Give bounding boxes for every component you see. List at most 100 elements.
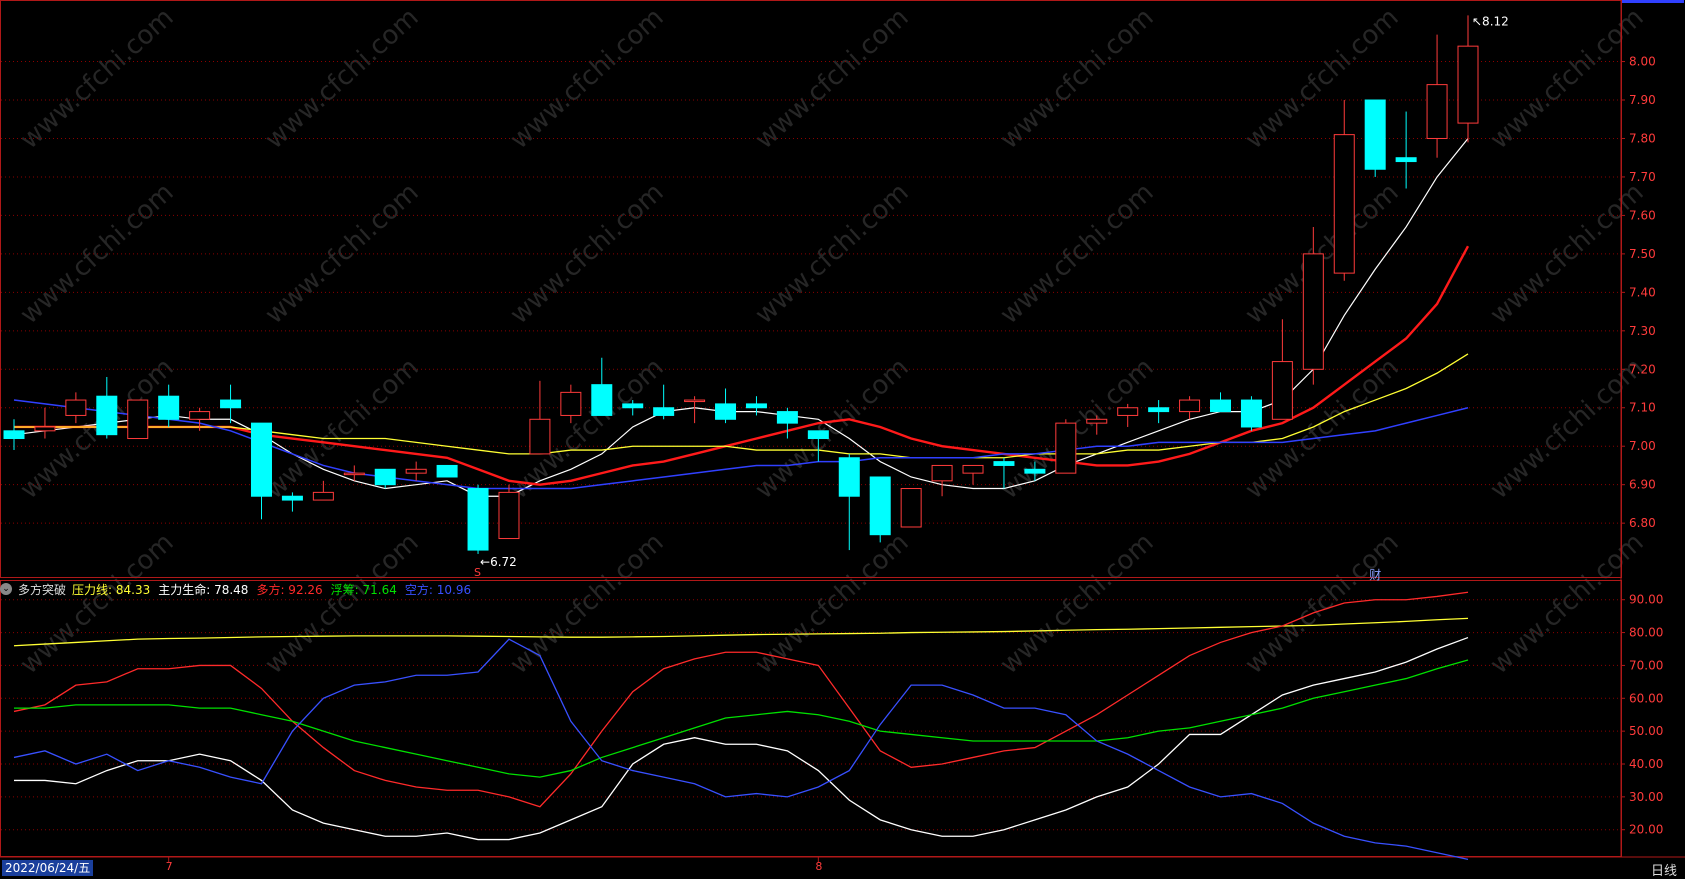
candle-body-down [1395,157,1417,163]
indicator-tick-label: 40.00 [1629,757,1663,771]
candle-body-down [158,395,180,420]
indicator-value: 浮筹: 71.64 [330,582,397,597]
candle-body-down [838,457,860,497]
candle [529,380,551,455]
candle [869,476,891,543]
candle-body-up [560,391,582,416]
candle-body-down [807,430,829,440]
candle [34,407,56,439]
candle-body-up [189,411,211,420]
candle [498,484,520,540]
month-label: 7 [166,860,173,873]
indicator-line-空方 [13,638,1469,861]
candle-body-down [220,399,242,409]
candle [591,357,613,416]
candle [1426,34,1448,158]
stock-chart[interactable]: www.cfchi.com www.cfchi.com www.cfchi.com w… [0,0,1685,877]
price-axis: 8.00 7.90 7.80 7.70 7.60 7.50 7.40 7.30 7.20 7.10… [1621,55,1656,530]
candle-body-up [34,426,56,432]
watermark-text: www.cfchi.com [505,527,670,680]
indicator-value: 压力线: 84.33 [72,582,151,597]
candle [405,461,427,481]
price-tick-label: 7.50 [1629,247,1656,261]
price-tick-label: 7.00 [1629,439,1656,453]
candle-body-down [436,464,458,478]
candle [467,484,489,554]
indicator-value: 空方: 10.96 [404,582,472,597]
watermark-text: www.cfchi.com [260,352,425,505]
candle [96,376,118,439]
candle [900,488,922,528]
candle-body-down [467,488,489,551]
watermark-text: www.cfchi.com [15,2,180,155]
price-tick-label: 7.30 [1629,324,1656,338]
watermark-text: www.cfchi.com [995,352,1160,505]
candle-body-down [281,495,303,501]
watermark-text: www.cfchi.com [260,527,425,680]
indicator-tick-label: 80.00 [1629,626,1663,640]
candle-body-up [900,488,922,528]
candle-body-down [993,461,1015,466]
candle [1271,319,1293,420]
watermark-text: www.cfchi.com [1485,527,1650,680]
candle [1210,392,1232,413]
candle-body-down [591,384,613,416]
price-tick-label: 7.10 [1629,401,1656,415]
month-label: 8 [815,860,822,873]
candle-body-down [869,476,891,536]
candle [931,464,953,497]
candle [1117,403,1139,427]
candle-body-down [374,468,396,486]
candle-body-down [653,407,675,416]
candle-body-down [1240,399,1262,428]
candle-body-down [715,403,737,420]
candle [436,464,458,478]
s-marker: S [474,566,482,579]
watermark-text: www.cfchi.com [260,177,425,330]
candle [374,468,396,489]
price-tick-label: 7.40 [1629,285,1656,299]
candle-body-up [498,491,520,540]
price-tick-label: 8.00 [1629,55,1656,69]
indicator-menu-icon[interactable]: ⌄ [0,583,12,595]
candle [1457,15,1479,143]
axis-top-bar [1622,0,1684,3]
watermark-text: www.cfchi.com [260,2,425,155]
candle-body-down [1024,468,1046,474]
watermark-text: www.cfchi.com [995,527,1160,680]
indicator-legend: ⌄ 多方突破 压力线: 84.33 主力生命: 78.48 多方: 92.26 浮筹:… [0,580,471,598]
candle [220,384,242,424]
candle-body-down [250,422,272,497]
indicator-tick-label: 90.00 [1629,593,1663,607]
candle-body-down [1148,407,1170,413]
candle-body-up [127,399,149,440]
indicator-name[interactable]: 多方突破 [18,581,66,598]
indicator-axis: 90.00 80.00 70.00 60.00 50.00 40.00 30.00 20.00 [1621,593,1663,837]
price-tick-label: 6.80 [1629,516,1656,530]
candle-body-up [1055,422,1077,474]
candle-body-up [1302,253,1324,370]
price-tick-label: 6.90 [1629,478,1656,492]
indicator-values: 压力线: 84.33 主力生命: 78.48 多方: 92.26 浮筹: 71.64 空… [72,581,471,598]
ma10-line [14,245,1470,486]
candle [312,480,334,501]
candle [1333,100,1355,281]
price-tick-label: 7.20 [1629,362,1656,376]
candle [684,396,706,424]
watermark-text: www.cfchi.com [15,527,180,680]
candle-body-up [343,472,365,476]
candle-body-up [312,491,334,501]
period-label[interactable]: 日线 [1651,860,1677,879]
indicator-value: 多方: 92.26 [256,582,323,597]
candle [1179,396,1201,420]
indicator-line-浮筹 [14,659,1469,778]
watermark-text: www.cfchi.com [750,527,915,680]
candle-body-down [3,430,25,440]
price-tick-label: 7.70 [1629,170,1656,184]
watermark-text: www.cfchi.com [750,2,915,155]
candle-body-up [1333,134,1355,274]
indicator-line-压力线 [13,617,1469,647]
price-tick-label: 7.80 [1629,131,1656,145]
candle-body-up [962,464,984,474]
watermark-text: www.cfchi.com [505,2,670,155]
